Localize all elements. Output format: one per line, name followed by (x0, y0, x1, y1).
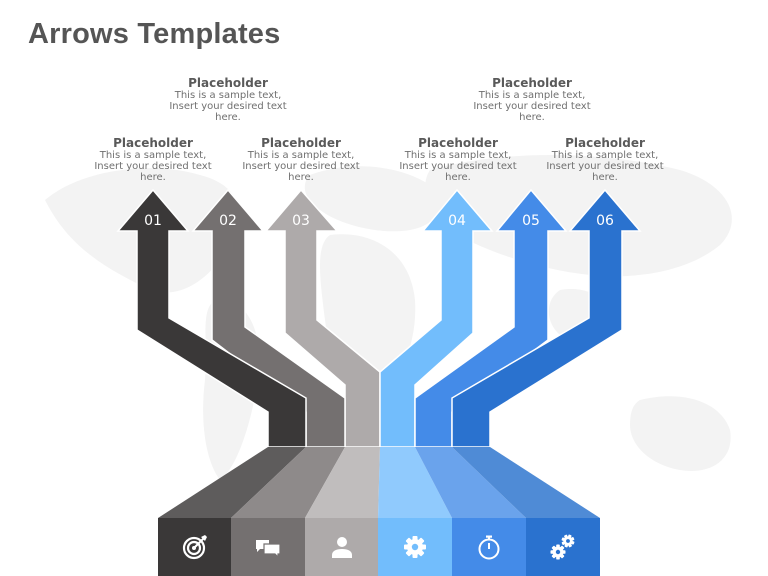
target-icon (182, 535, 207, 560)
gears-icon (550, 534, 574, 560)
step-number-03: 03 (292, 213, 310, 229)
caption-title: Placeholder (261, 136, 341, 150)
caption-06: Placeholder This is a sample text, Inser… (545, 136, 665, 183)
caption-02: Placeholder This is a sample text, Inser… (168, 76, 288, 123)
caption-text: This is a sample text, Insert your desir… (242, 150, 360, 183)
caption-text: This is a sample text, Insert your desir… (94, 150, 212, 183)
icon-cell-01 (158, 518, 231, 576)
caption-text: This is a sample text, Insert your desir… (473, 90, 591, 123)
gear-icon (403, 536, 426, 558)
caption-title: Placeholder (188, 76, 268, 90)
icon-cell-02 (231, 518, 304, 576)
caption-text: This is a sample text, Insert your desir… (169, 90, 287, 123)
arrows-diagram (45, 155, 732, 576)
caption-title: Placeholder (418, 136, 498, 150)
caption-04: Placeholder This is a sample text, Inser… (398, 136, 518, 183)
stopwatch-icon (478, 535, 499, 560)
user-icon (331, 537, 352, 558)
caption-title: Placeholder (565, 136, 645, 150)
caption-title: Placeholder (492, 76, 572, 90)
step-number-01: 01 (144, 213, 162, 229)
step-number-05: 05 (522, 213, 540, 229)
step-number-06: 06 (596, 213, 614, 229)
chat-bubbles-icon (255, 540, 281, 559)
step-number-02: 02 (219, 213, 237, 229)
caption-title: Placeholder (113, 136, 193, 150)
map-landmass (630, 396, 731, 471)
caption-03: Placeholder This is a sample text, Inser… (241, 136, 361, 183)
icon-cell-05 (452, 518, 525, 576)
caption-text: This is a sample text, Insert your desir… (546, 150, 664, 183)
caption-text: This is a sample text, Insert your desir… (399, 150, 517, 183)
caption-01: Placeholder This is a sample text, Inser… (93, 136, 213, 183)
icon-cell-06 (526, 518, 599, 576)
icon-cell-03 (305, 518, 378, 576)
icon-cell-04 (378, 518, 451, 576)
caption-05: Placeholder This is a sample text, Inser… (472, 76, 592, 123)
step-number-04: 04 (448, 213, 466, 229)
